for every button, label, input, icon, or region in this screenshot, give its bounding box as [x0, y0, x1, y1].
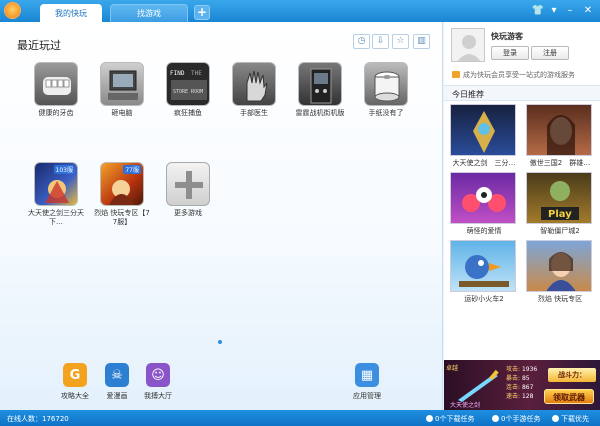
clock-icon[interactable]: ◷ — [353, 34, 370, 49]
recommend-item[interactable]: Play 智勒僵尸城2 — [526, 172, 594, 236]
minimize-button[interactable]: – — [563, 4, 577, 18]
beauty-icon — [526, 104, 592, 156]
sword-icon — [458, 369, 499, 402]
page-indicator[interactable] — [218, 340, 222, 344]
game-name: 疯狂捕鱼 — [174, 109, 202, 117]
recommend-item[interactable]: 大天使之剑 三分… — [450, 104, 518, 168]
angel-sword-icon: 103服 — [34, 162, 78, 206]
svg-text:Play: Play — [548, 209, 572, 220]
sidebar: 快玩游客 登录 注册 成为快玩会员享受一站式的游戏服务 今日推荐 大天使之剑 三… — [444, 22, 600, 410]
register-button[interactable]: 注册 — [531, 46, 569, 60]
game-tile[interactable]: 手纸没有了 — [356, 62, 416, 118]
recommend-name: 烈焰 快玩专区 — [537, 295, 583, 303]
login-button[interactable]: 登录 — [491, 46, 529, 60]
game-tile[interactable]: 103服 大天使之剑三分天下… — [26, 162, 86, 227]
download-task-icon — [426, 415, 433, 422]
ad-banner[interactable]: 卓越 攻击: 1936 暴击: 85 连击: 867 速击: 128 战斗力： … — [444, 360, 600, 410]
priority-icon — [552, 415, 559, 422]
tissue-icon — [364, 62, 408, 106]
game-name: 烈焰 快玩专区【77服】 — [94, 209, 150, 226]
title-bar: 我的快玩 找游戏 + 👕 ▾ – ✕ — [0, 0, 600, 22]
hand-icon — [232, 62, 276, 106]
combat-power-badge: 战斗力： — [548, 368, 596, 382]
recommend-name: 大天使之剑 三分… — [452, 159, 516, 167]
claim-weapon-button[interactable]: 领取武器 — [544, 389, 594, 404]
tab-find-games[interactable]: 找游戏 — [110, 4, 188, 22]
main-panel: 最近玩过 ◷ ⇩ ☆ ▥ 健康的牙齿 砸电脑 FIND THE STORE ROOM… — [0, 22, 443, 410]
game-name: 更多游戏 — [174, 209, 202, 217]
recommend-name: 运砂小火车2 — [464, 295, 504, 303]
flame-icon: 77服 — [100, 162, 144, 206]
game-tile[interactable]: FIND THE STORE ROOM 疯狂捕鱼 — [158, 62, 218, 118]
game-name: 健康的牙齿 — [38, 109, 74, 117]
guide-icon: G — [63, 363, 87, 387]
recommend-title: 今日推荐 — [452, 90, 484, 99]
phone-icon — [492, 415, 499, 422]
storeroom-icon: FIND THE STORE ROOM — [166, 62, 210, 106]
username: 快玩游客 — [491, 32, 523, 41]
download-priority[interactable]: 下载优先 — [552, 414, 589, 424]
computer-icon — [100, 62, 144, 106]
recommend-name: 傲世三国2 群雄… — [529, 159, 591, 167]
mobile-tasks[interactable]: 0个手游任务 — [492, 414, 540, 424]
dock-label: 应用管理 — [353, 392, 381, 400]
menu-dropdown-icon[interactable]: ▾ — [547, 4, 561, 18]
monster-love-icon — [450, 172, 516, 224]
game-tile[interactable]: 健康的牙齿 — [26, 62, 86, 118]
svg-text:STORE ROOM: STORE ROOM — [173, 89, 203, 95]
member-promo-link[interactable]: 成为快玩会员享受一站式的游戏服务 — [452, 70, 575, 80]
game-tile[interactable]: 砸电脑 — [92, 62, 152, 118]
comic-icon: ☠ — [105, 363, 129, 387]
game-name: 手部医生 — [240, 109, 268, 117]
status-bar: 在线人数：176720 0个下载任务 0个手游任务 下载优先 — [0, 410, 600, 426]
more-games-tile[interactable]: 更多游戏 — [158, 162, 218, 218]
tab-my-games[interactable]: 我的快玩 — [40, 4, 102, 22]
skin-icon[interactable]: 👕 — [531, 4, 545, 18]
train-bird-icon — [450, 240, 516, 292]
promo-text: 成为快玩会员享受一站式的游戏服务 — [463, 71, 575, 79]
banner-stats: 攻击: 1936 暴击: 85 连击: 867 速击: 128 — [506, 366, 538, 400]
online-count: 在线人数：176720 — [7, 415, 69, 423]
add-tab-button[interactable]: + — [194, 5, 210, 20]
chat-icon: ☺ — [146, 363, 170, 387]
star-icon[interactable]: ☆ — [392, 34, 409, 49]
recommend-name: 萌怪的爱情 — [466, 227, 502, 235]
plus-icon — [166, 162, 210, 206]
recommend-item[interactable]: 运砂小火车2 — [450, 240, 518, 304]
game-name: 砸电脑 — [111, 109, 133, 117]
arcade-icon — [298, 62, 342, 106]
dock-chat-hall[interactable]: ☺ 我搏大厅 — [133, 363, 183, 401]
game-tile[interactable]: 77服 烈焰 快玩专区【77服】 — [92, 162, 152, 227]
app-logo-icon — [4, 2, 21, 19]
avatar[interactable] — [451, 28, 485, 62]
trash-icon[interactable]: ▥ — [413, 34, 430, 49]
svg-text:FIND: FIND — [170, 70, 185, 77]
dock-app-manager[interactable]: ▦ 应用管理 — [342, 363, 392, 401]
app-manager-icon: ▦ — [355, 363, 379, 387]
dock-label: 我搏大厅 — [144, 392, 172, 400]
game-tile[interactable]: 雷霆战机街机版 — [290, 62, 350, 118]
game-name: 雷霆战机街机版 — [295, 109, 345, 117]
teeth-icon — [34, 62, 78, 106]
angel-warrior-icon — [450, 104, 516, 156]
svg-text:THE: THE — [191, 70, 202, 77]
game-name: 大天使之剑三分天下… — [28, 209, 84, 226]
close-button[interactable]: ✕ — [581, 4, 595, 18]
recommend-item[interactable]: 烈焰 快玩专区 — [526, 240, 594, 304]
recommend-header: 今日推荐 — [444, 85, 600, 101]
zombie-play-icon: Play — [526, 172, 592, 224]
recommend-item[interactable]: 傲世三国2 群雄… — [526, 104, 594, 168]
game-name: 手纸没有了 — [368, 109, 404, 117]
bag-icon — [452, 71, 460, 78]
banner-subtitle: 大天使之剑 — [450, 402, 481, 409]
section-title: 最近玩过 — [17, 39, 61, 52]
flame-girl-icon — [526, 240, 592, 292]
game-tile[interactable]: 手部医生 — [224, 62, 284, 118]
download-tasks[interactable]: 0个下载任务 — [426, 414, 474, 424]
recommend-name: 智勒僵尸城2 — [540, 227, 580, 235]
download-icon[interactable]: ⇩ — [372, 34, 389, 49]
recommend-item[interactable]: 萌怪的爱情 — [450, 172, 518, 236]
